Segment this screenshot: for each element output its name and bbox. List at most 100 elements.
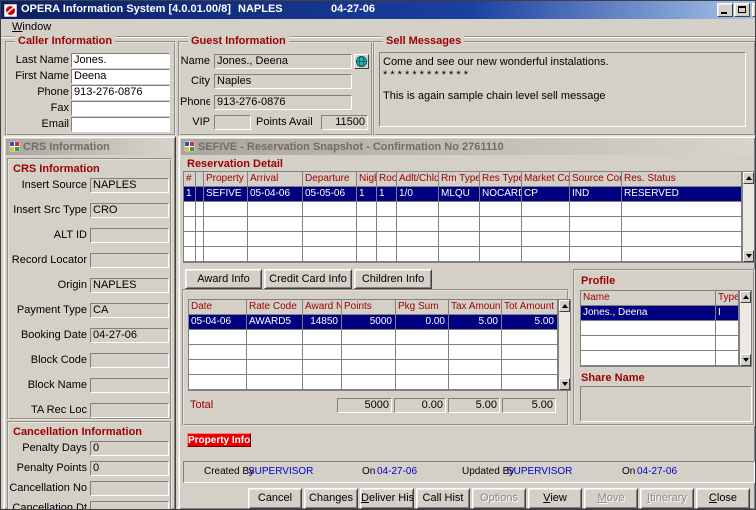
crs-payment-type-label: Payment Type <box>9 303 87 318</box>
property-info-button[interactable]: Property Info <box>187 433 251 447</box>
arrow-down-icon <box>746 254 752 258</box>
deliver-hist-button[interactable]: Deliver Hist <box>360 488 414 509</box>
profile-header-name[interactable]: Name <box>581 291 716 306</box>
profile-row-selected[interactable]: Jones., Deena I <box>581 306 738 321</box>
options-button: Options <box>472 488 526 509</box>
res-header-number[interactable]: # <box>184 172 196 187</box>
crs-alt-id-label: ALT ID <box>9 228 87 243</box>
award-header-tot-amount[interactable]: Tot Amount <box>502 300 557 315</box>
crs-insert-src-type-label: Insert Src Type <box>9 203 87 218</box>
res-header-res-type[interactable]: Res Type <box>480 172 522 187</box>
crs-insert-src-type-field[interactable]: CRO <box>90 203 169 218</box>
minimize-button[interactable] <box>717 3 733 17</box>
reservation-table-scrollbar[interactable] <box>742 171 755 263</box>
scroll-up-button[interactable] <box>559 300 570 312</box>
view-button[interactable]: View <box>528 488 582 509</box>
caller-last-name-field[interactable]: Jones. <box>71 53 170 68</box>
award-table: Date Rate Code Award No Points Pkg Sum T… <box>188 299 558 391</box>
res-header-departure[interactable]: Departure <box>303 172 357 187</box>
crs-insert-source-field[interactable]: NAPLES <box>90 178 169 193</box>
penalty-points-field[interactable]: 0 <box>90 461 169 476</box>
res-header-property[interactable]: Property <box>204 172 248 187</box>
award-table-scrollbar[interactable] <box>558 299 571 391</box>
share-name-box[interactable] <box>580 386 752 422</box>
scroll-down-button[interactable] <box>740 354 751 366</box>
titlebar-date: 04-27-06 <box>331 3 375 15</box>
profile-header-type[interactable]: Type <box>716 291 738 306</box>
crs-block-name-field[interactable] <box>90 378 169 393</box>
caller-first-name-label: First Name <box>7 69 69 84</box>
res-header-res-status[interactable]: Res. Status <box>622 172 741 187</box>
award-cell-points: 5000 <box>342 315 396 330</box>
scroll-up-button[interactable] <box>743 172 754 184</box>
tab-award-info[interactable]: Award Info <box>185 269 262 289</box>
crs-origin-field[interactable]: NAPLES <box>90 278 169 293</box>
guest-points-avail-field[interactable]: 11500 <box>321 115 368 130</box>
cancellation-no-field[interactable] <box>90 481 169 496</box>
reservation-row-selected[interactable]: 1 SEFIVE 05-04-06 05-05-06 1 1 1/0 MLQU … <box>184 187 741 202</box>
res-header-market-code[interactable]: Market Code <box>522 172 570 187</box>
tab-children-info[interactable]: Children Info <box>354 269 432 289</box>
crs-block-code-field[interactable] <box>90 353 169 368</box>
scroll-down-button[interactable] <box>743 250 754 262</box>
award-row-selected[interactable]: 05-04-06 AWARD5 14850 5000 0.00 5.00 5.0… <box>189 315 557 330</box>
created-on-label: On <box>362 466 375 477</box>
award-header-rate-code[interactable]: Rate Code <box>247 300 303 315</box>
caller-phone-field[interactable]: 913-276-0876 <box>71 85 170 100</box>
penalty-days-field[interactable]: 0 <box>90 441 169 456</box>
res-header-rm-type[interactable]: Rm Type <box>439 172 480 187</box>
award-header-pkg-sum[interactable]: Pkg Sum <box>396 300 449 315</box>
sell-messages-box[interactable]: Come and see our new wonderful instalati… <box>379 52 746 127</box>
award-header-award-no[interactable]: Award No <box>303 300 342 315</box>
profile-header-row: Name Type <box>581 291 738 306</box>
snapshot-window-titlebar[interactable]: SEFIVE - Reservation Snapshot - Confirma… <box>181 139 753 155</box>
res-cell-adlt-chld: 1/0 <box>397 187 439 202</box>
profile-empty-rows <box>581 321 738 366</box>
res-header-source-code[interactable]: Source Code <box>570 172 622 187</box>
arrow-up-icon <box>743 295 749 299</box>
award-cell-tax-amount: 5.00 <box>449 315 502 330</box>
profile-table-scrollbar[interactable] <box>739 290 752 367</box>
guest-city-field[interactable]: Naples <box>214 74 352 89</box>
caller-first-name-field[interactable]: Deena <box>71 69 170 84</box>
res-header-rooms[interactable]: Roon <box>377 172 397 187</box>
award-header-date[interactable]: Date <box>189 300 247 315</box>
sell-message-line-2: * * * * * * * * * * * * <box>383 69 468 81</box>
close-button[interactable] <box>752 3 756 17</box>
crs-booking-date-field[interactable]: 04-27-06 <box>90 328 169 343</box>
caller-fax-field[interactable] <box>71 101 170 116</box>
cancel-button[interactable]: Cancel <box>248 488 302 509</box>
res-header-nights[interactable]: Night <box>357 172 377 187</box>
app-titlebar[interactable]: OPERA Information System [4.0.01.00/8] N… <box>1 1 755 19</box>
cancellation-dt-field[interactable] <box>90 501 169 510</box>
crs-payment-type-field[interactable]: CA <box>90 303 169 318</box>
scroll-up-button[interactable] <box>740 291 751 303</box>
res-header-adlt-chld[interactable]: Adlt/Chld <box>397 172 439 187</box>
res-header-arrival[interactable]: Arrival <box>248 172 303 187</box>
guest-vip-field[interactable] <box>214 115 251 130</box>
close-window-button[interactable]: Close <box>696 488 750 509</box>
tab-credit-card-info[interactable]: Credit Card Info <box>264 269 352 289</box>
caller-email-field[interactable] <box>71 117 170 132</box>
crs-record-locator-field[interactable] <box>90 253 169 268</box>
crs-window-titlebar[interactable]: CRS Information <box>6 139 173 155</box>
share-name-label: Share Name <box>581 372 645 384</box>
res-header-blank[interactable] <box>196 172 204 187</box>
cancellation-panel: Cancellation Information Penalty Days 0 … <box>7 421 172 510</box>
guest-name-field[interactable]: Jones., Deena <box>214 54 352 69</box>
menu-window[interactable]: Window <box>8 20 55 35</box>
crs-ta-rec-loc-field[interactable] <box>90 403 169 418</box>
maximize-button[interactable] <box>734 3 750 17</box>
call-hist-button[interactable]: Call Hist <box>416 488 470 509</box>
changes-button[interactable]: Changes <box>304 488 358 509</box>
award-header-points[interactable]: Points <box>342 300 396 315</box>
guest-phone-field[interactable]: 913-276-0876 <box>214 95 352 110</box>
snapshot-window-title: SEFIVE - Reservation Snapshot - Confirma… <box>198 141 504 153</box>
crs-alt-id-field[interactable] <box>90 228 169 243</box>
res-cell-arrival: 05-04-06 <box>248 187 303 202</box>
scroll-down-button[interactable] <box>559 378 570 390</box>
cancellation-no-label: Cancellation No <box>9 481 87 496</box>
guest-profile-globe-button[interactable] <box>354 54 369 69</box>
award-total-label: Total <box>190 399 213 411</box>
award-header-tax-amount[interactable]: Tax Amount <box>449 300 502 315</box>
